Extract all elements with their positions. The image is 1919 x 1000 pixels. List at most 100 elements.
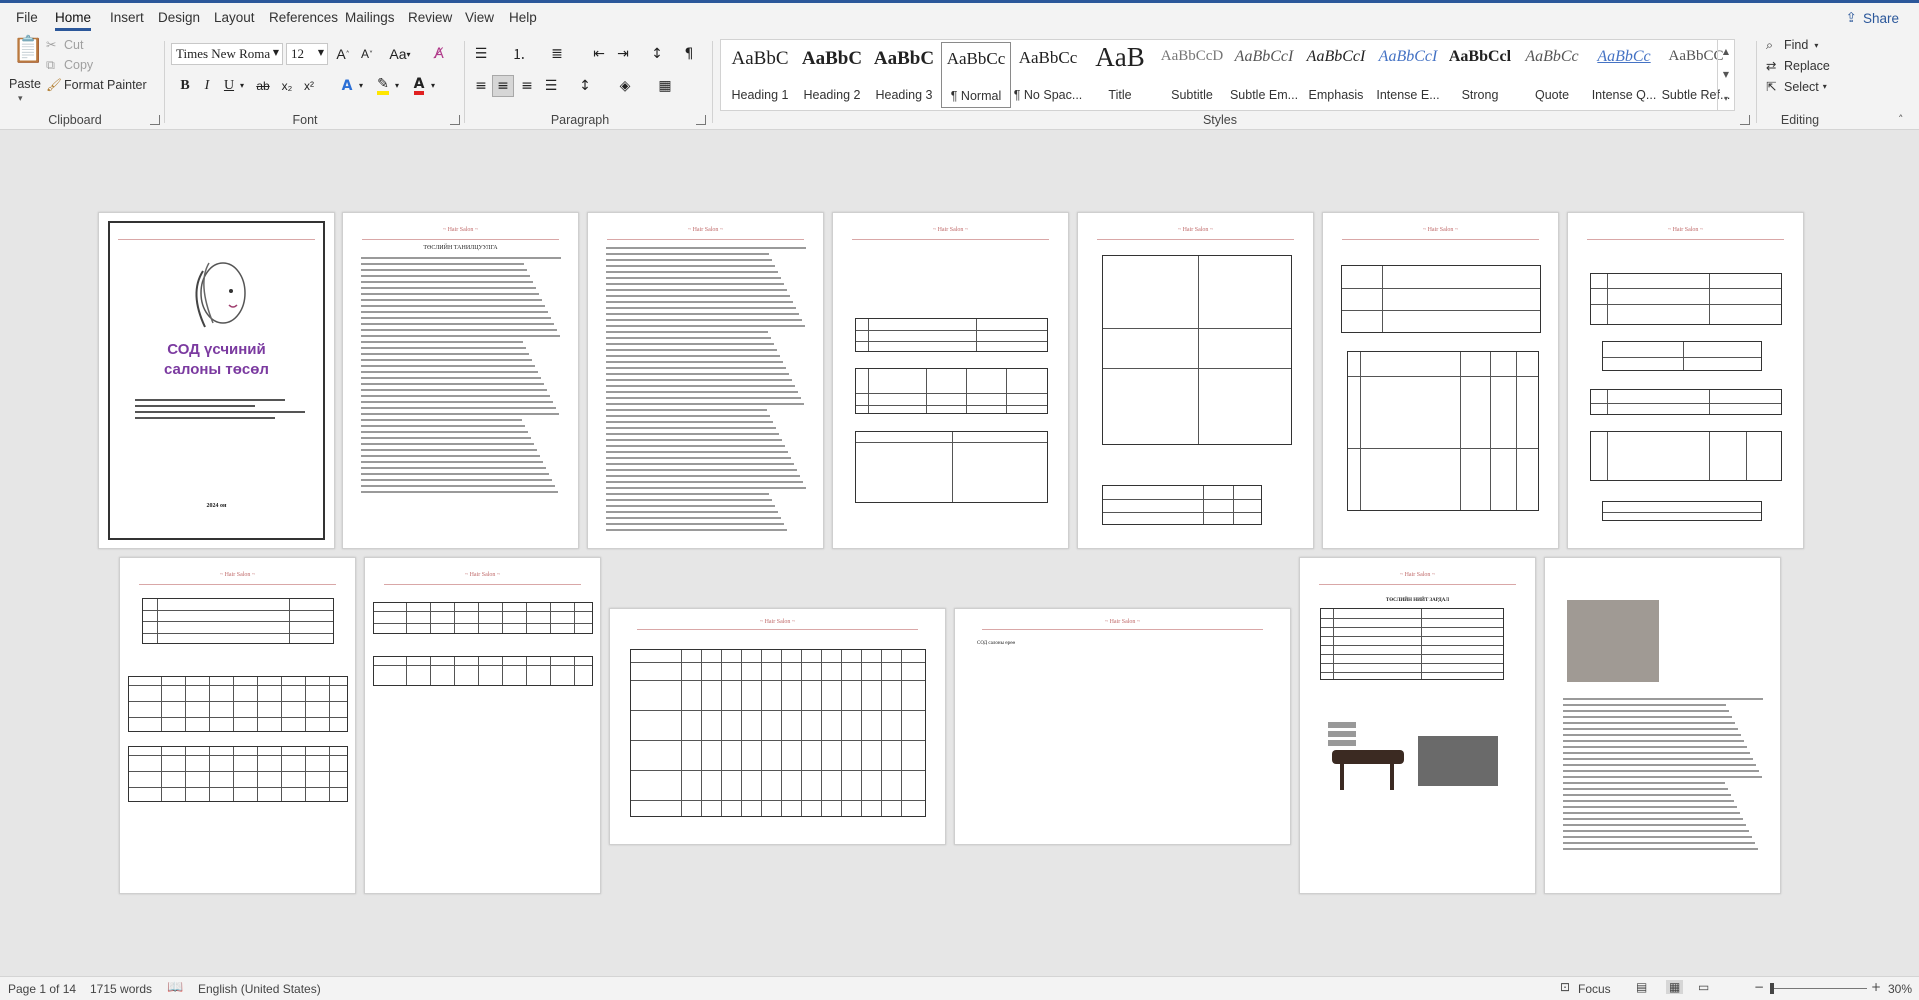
tab-help[interactable]: Help [509, 10, 537, 25]
tab-design[interactable]: Design [158, 10, 200, 25]
page-12[interactable]: ~ Hair Salon ~ ТӨСЛИЙН НИЙТ ЗАРДАЛ [1299, 557, 1536, 894]
align-right-button[interactable]: ≡ [516, 75, 538, 97]
replace-button[interactable]: ⇄ Replace [1766, 58, 1830, 73]
style-emphasis[interactable]: AaBbCcI Emphasis [1301, 42, 1371, 108]
align-left-button[interactable]: ≡ [470, 75, 492, 97]
scroll-down-icon[interactable]: ▼ [1723, 70, 1729, 79]
zoom-out-icon[interactable]: − [1754, 980, 1764, 994]
print-layout-icon[interactable]: ▦ [1666, 980, 1684, 994]
focus-icon[interactable]: ⊡ [1560, 980, 1570, 994]
language[interactable]: English (United States) [198, 982, 321, 996]
page-5[interactable]: ~ Hair Salon ~ [1077, 212, 1314, 549]
justify-button[interactable]: ☰ [540, 75, 562, 97]
grow-font-button[interactable]: A ˄ [332, 43, 354, 65]
paste-dropdown-icon[interactable]: ▾ [18, 94, 23, 104]
page-13[interactable] [1544, 557, 1781, 894]
zoom-slider-thumb[interactable] [1770, 983, 1774, 994]
chevron-down-icon[interactable]: ▾ [431, 81, 435, 90]
superscript-button[interactable]: x² [298, 75, 320, 97]
strikethrough-button[interactable]: ab [252, 75, 274, 97]
font-color-button[interactable]: A [408, 75, 430, 97]
multilevel-list-button[interactable]: ≣ [546, 43, 568, 65]
cut-button[interactable]: ✂ Cut [46, 37, 83, 52]
copy-button[interactable]: ⧉ Copy [46, 57, 93, 73]
style-subtle-emphasis[interactable]: AaBbCcI Subtle Em... [1229, 42, 1299, 108]
chevron-down-icon[interactable]: ▾ [240, 81, 244, 90]
styles-launcher-icon[interactable] [1740, 115, 1750, 125]
format-painter-button[interactable]: 🖌 Format Painter [46, 77, 147, 93]
style-normal[interactable]: AaBbCc ¶ Normal [941, 42, 1011, 108]
page-3[interactable]: ~ Hair Salon ~ [587, 212, 824, 549]
page-7[interactable]: ~ Hair Salon ~ [1567, 212, 1804, 549]
scroll-up-icon[interactable]: ▲ [1723, 47, 1729, 56]
page-1[interactable]: СОД үсчиний салоны төсөл 2024 он [98, 212, 335, 549]
borders-button[interactable]: ▦ [654, 75, 676, 97]
document-canvas[interactable]: СОД үсчиний салоны төсөл 2024 он ~ Hair … [0, 131, 1919, 976]
tab-mailings[interactable]: Mailings [345, 10, 395, 25]
style-intense-quote[interactable]: AaBbCc Intense Q... [1589, 42, 1659, 108]
style-intense-emphasis[interactable]: AaBbCcI Intense E... [1373, 42, 1443, 108]
style-no-spacing[interactable]: AaBbCc ¶ No Spac... [1013, 42, 1083, 108]
zoom-in-icon[interactable]: + [1871, 980, 1881, 994]
page-8[interactable]: ~ Hair Salon ~ [119, 557, 356, 894]
clipboard-launcher-icon[interactable] [150, 115, 160, 125]
tab-layout[interactable]: Layout [214, 10, 255, 25]
more-styles-icon[interactable]: ▾ [1724, 94, 1728, 103]
italic-button[interactable]: I [196, 75, 218, 97]
proofing-icon[interactable]: 📖 [167, 980, 183, 995]
text-effects-button[interactable]: A [336, 75, 358, 97]
shrink-font-button[interactable]: A ˅ [356, 43, 378, 65]
underline-button[interactable]: U [218, 75, 240, 97]
style-subtitle[interactable]: AaBbCcD Subtitle [1157, 42, 1227, 108]
tab-references[interactable]: References [269, 10, 338, 25]
bold-button[interactable]: B [174, 75, 196, 97]
numbering-button[interactable]: ⒈ [508, 43, 530, 65]
find-button[interactable]: ⌕ Find ▾ [1766, 37, 1818, 53]
page-count[interactable]: Page 1 of 14 [8, 982, 76, 996]
font-name-input[interactable]: Times New Roma ▼ [171, 43, 283, 65]
paragraph-launcher-icon[interactable] [696, 115, 706, 125]
word-count[interactable]: 1715 words [90, 982, 152, 996]
page-6[interactable]: ~ Hair Salon ~ [1322, 212, 1559, 549]
change-case-button[interactable]: Aa ▾ [384, 43, 416, 65]
styles-gallery-scroll[interactable]: ▲ ▼ ▾ [1717, 40, 1734, 110]
show-formatting-button[interactable]: ¶ [678, 43, 700, 65]
sort-button[interactable]: ↕ [646, 43, 668, 65]
page-4[interactable]: ~ Hair Salon ~ [832, 212, 1069, 549]
tab-view[interactable]: View [465, 10, 494, 25]
style-title[interactable]: AaB Title [1085, 42, 1155, 108]
page-9[interactable]: ~ Hair Salon ~ [364, 557, 601, 894]
increase-indent-button[interactable]: ⇥ [612, 43, 634, 65]
select-button[interactable]: ⇱ Select ▾ [1766, 79, 1827, 94]
style-heading-2[interactable]: AaBbC Heading 2 [797, 42, 867, 108]
web-layout-icon[interactable]: ▭ [1698, 980, 1709, 994]
highlight-button[interactable]: ✎ [372, 75, 394, 97]
subscript-button[interactable]: x₂ [276, 75, 298, 97]
align-center-button[interactable]: ≡ [492, 75, 514, 97]
tab-insert[interactable]: Insert [110, 10, 144, 25]
font-size-input[interactable]: 12 ▼ [286, 43, 328, 65]
page-11[interactable]: ~ Hair Salon ~ СОД салоны өрөө [954, 608, 1291, 845]
tab-home[interactable]: Home [55, 10, 92, 31]
page-2[interactable]: ~ Hair Salon ~ ТӨСЛИЙН ТАНИЛЦУУЛГА [342, 212, 579, 549]
zoom-level[interactable]: 30% [1888, 982, 1912, 996]
font-launcher-icon[interactable] [450, 115, 460, 125]
tab-file[interactable]: File [16, 10, 38, 25]
tab-review[interactable]: Review [408, 10, 452, 25]
style-heading-3[interactable]: AaBbC Heading 3 [869, 42, 939, 108]
chevron-down-icon[interactable]: ▾ [359, 81, 363, 90]
focus-button[interactable]: Focus [1578, 982, 1611, 996]
chevron-down-icon[interactable]: ▾ [395, 81, 399, 90]
line-spacing-button[interactable]: ↕ [574, 75, 596, 97]
decrease-indent-button[interactable]: ⇤ [588, 43, 610, 65]
clear-formatting-button[interactable]: A̸ [428, 43, 450, 65]
style-quote[interactable]: AaBbCc Quote [1517, 42, 1587, 108]
shading-button[interactable]: ◈ [614, 75, 636, 97]
style-strong[interactable]: AaBbCcl Strong [1445, 42, 1515, 108]
collapse-ribbon-icon[interactable]: ˄ [1898, 113, 1904, 126]
page-10[interactable]: ~ Hair Salon ~ [609, 608, 946, 845]
zoom-slider[interactable] [1771, 988, 1867, 989]
style-heading-1[interactable]: AaBbC Heading 1 [725, 42, 795, 108]
share-button[interactable]: ⇪ Share [1838, 6, 1907, 30]
paste-button[interactable]: 📋 Paste [9, 35, 44, 91]
